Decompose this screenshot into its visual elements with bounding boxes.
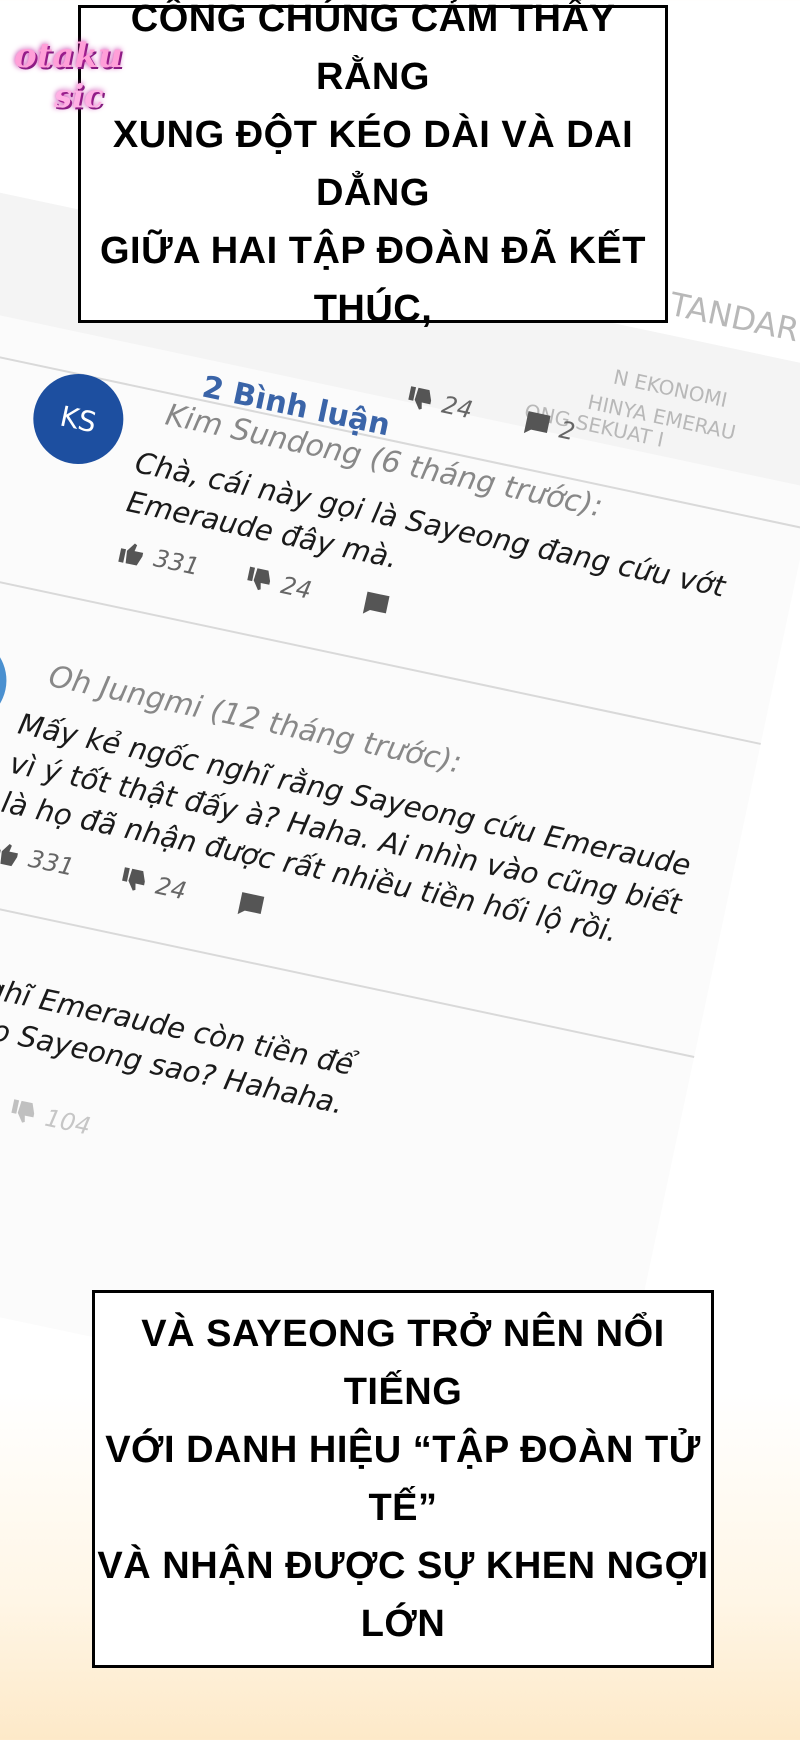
thumbs-down-icon xyxy=(11,1099,35,1123)
dislike-button[interactable]: 24 xyxy=(116,863,189,907)
like-button[interactable]: 331 xyxy=(0,836,77,883)
thumbs-up-icon xyxy=(118,543,144,566)
caption-text-bottom: VÀ SAYEONG TRỞ NÊN NỔI TIẾNG VỚI DANH HI… xyxy=(97,1313,709,1645)
dislike-button[interactable]: 24 xyxy=(241,562,314,606)
watermark-logo: otaku sic xyxy=(14,36,164,126)
thumbs-up-icon xyxy=(0,844,18,867)
caption-box-bottom: VÀ SAYEONG TRỞ NÊN NỔI TIẾNG VỚI DANH HI… xyxy=(92,1290,714,1668)
dislike-button[interactable]: 104 xyxy=(5,1095,93,1142)
avatar: KM xyxy=(0,627,15,734)
reply-button[interactable] xyxy=(358,587,394,623)
watermark-line1: otaku xyxy=(14,36,123,76)
comment-panel: TANDAR N EKONOMI HINYA EMERAU ONG SEKUAT… xyxy=(0,180,800,1448)
thumbs-down-icon xyxy=(122,867,145,891)
comment-icon xyxy=(362,591,390,614)
caption-box-top: CÔNG CHÚNG CẢM THẤY RẰNG XUNG ĐỘT KÉO DÀ… xyxy=(78,0,668,330)
caption-text-top: CÔNG CHÚNG CẢM THẤY RẰNG XUNG ĐỘT KÉO DÀ… xyxy=(100,0,646,330)
comment-icon xyxy=(237,892,265,915)
thumbs-down-icon xyxy=(247,566,271,591)
thumbs-down-icon xyxy=(408,386,432,410)
comment-icon xyxy=(523,411,551,434)
comment-body: Bạn nghĩ Emeraude còn tiền để đưa cho Sa… xyxy=(0,953,357,1121)
reply-button[interactable] xyxy=(233,888,269,924)
like-button[interactable]: 331 xyxy=(114,535,202,582)
watermark-line2: sic xyxy=(54,77,104,115)
